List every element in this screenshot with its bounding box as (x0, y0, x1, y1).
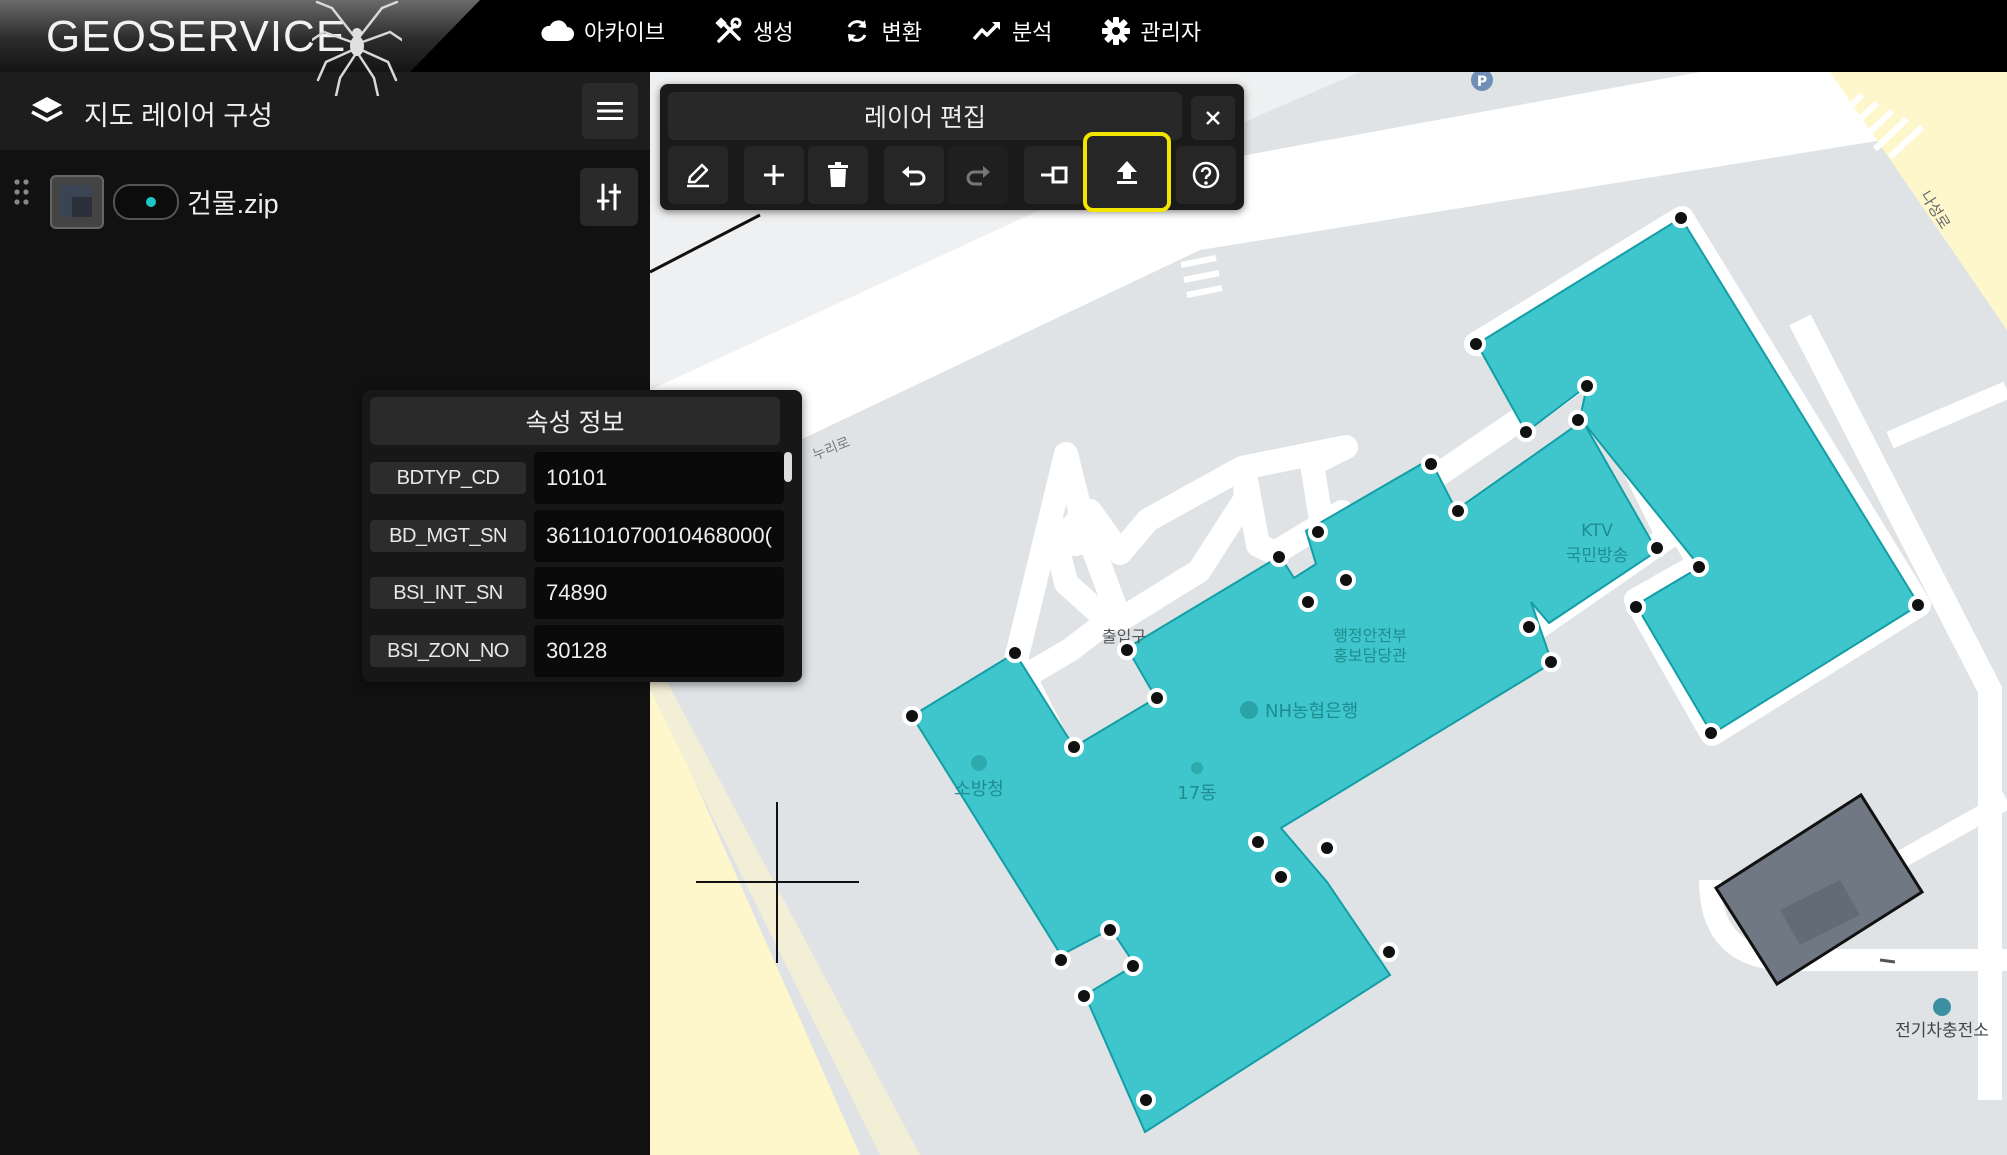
gear-icon (1102, 17, 1131, 45)
close-icon (1206, 111, 1220, 125)
tools-icon (715, 17, 742, 43)
add-tool-button[interactable] (744, 146, 804, 204)
upload-tool-button[interactable] (1083, 132, 1171, 212)
pencil-icon (687, 163, 709, 188)
attr-key: BD_MGT_SN (370, 520, 526, 552)
dong-marker-icon (1191, 762, 1203, 774)
nav-analysis[interactable]: 분석 (972, 15, 1052, 47)
split-tool-button[interactable] (1024, 146, 1084, 204)
nav-create[interactable]: 생성 (715, 15, 793, 47)
main-nav: 아카이브 생성 변환 분석 관리자 (540, 0, 1251, 62)
map-label-dong: 17동 (1177, 783, 1216, 804)
redo-button[interactable] (948, 146, 1008, 204)
menu-icon (597, 102, 623, 120)
refresh-icon (848, 20, 867, 42)
top-bar: GEOSERVICE 아카이브 생성 변환 분석 관리자 (0, 0, 2007, 96)
nav-analysis-label: 분석 (1011, 20, 1053, 45)
map-label-fire: 소방청 (954, 779, 1004, 800)
upload-icon (1117, 161, 1137, 184)
ev-marker-icon (1933, 998, 1951, 1016)
map-label-ktv2: 국민방송 (1566, 546, 1629, 566)
sidebar-menu-button[interactable] (582, 83, 638, 139)
nav-create-label: 생성 (752, 20, 794, 45)
attribute-panel: 속성 정보 BDTYP_CD 10101 BD_MGT_SN 361101070… (362, 390, 802, 682)
toggle-knob (146, 197, 156, 207)
app-logo: GEOSERVICE (46, 12, 347, 61)
edit-close-button[interactable] (1191, 96, 1235, 140)
attr-value-input[interactable]: 30128 (534, 625, 784, 677)
attr-key: BSI_ZON_NO (370, 635, 526, 667)
attr-key: BDTYP_CD (370, 462, 526, 494)
nav-archive-label: 아카이브 (584, 20, 665, 45)
layer-item[interactable]: 건물.zip (0, 160, 650, 234)
nav-convert-label: 변환 (881, 20, 922, 45)
nav-archive[interactable]: 아카이브 (540, 15, 665, 47)
map-label-mois2: 홍보담당관 (1333, 646, 1407, 665)
trash-icon (828, 162, 848, 187)
draw-tool-button[interactable] (668, 146, 728, 204)
plus-icon (764, 165, 784, 185)
attr-value-input[interactable]: 361101070010468000( (534, 510, 784, 562)
map-canvas[interactable]: KTV 국민방송 행정안전부 홍보담당관 NH농협은행 소방청 17동 출입구 … (650, 72, 2007, 1155)
cloud-icon (541, 20, 574, 41)
attribute-panel-title: 속성 정보 (370, 397, 780, 445)
undo-button[interactable] (884, 146, 944, 204)
redo-icon (966, 166, 990, 186)
nav-admin[interactable]: 관리자 (1102, 15, 1201, 47)
layer-edit-panel: 레이어 편집 (660, 84, 1244, 212)
nav-admin-label: 관리자 (1140, 20, 1202, 45)
map-arrow (1879, 958, 1896, 964)
drag-handle-icon[interactable] (14, 178, 30, 206)
fire-marker-icon (971, 755, 987, 771)
attr-value-input[interactable]: 10101 (534, 452, 784, 504)
layer-visibility-toggle[interactable] (113, 184, 179, 220)
split-icon (1041, 166, 1068, 184)
layers-icon (31, 97, 63, 122)
layer-settings-button[interactable] (580, 168, 638, 226)
sidebar-title: 지도 레이어 구성 (84, 101, 273, 131)
map-svg[interactable]: KTV 국민방송 행정안전부 홍보담당관 NH농협은행 소방청 17동 출입구 … (650, 72, 2007, 1155)
layer-name: 건물.zip (187, 189, 279, 219)
map-label-ktv: KTV (1581, 521, 1613, 541)
attribute-scrollbar[interactable] (784, 452, 792, 482)
help-button[interactable] (1176, 146, 1236, 204)
parking-label: P (1477, 74, 1487, 90)
undo-icon (902, 166, 926, 186)
bank-marker-icon (1240, 701, 1258, 719)
spider-logo-icon (312, 0, 402, 96)
map-label-ev: 전기차충전소 (1895, 1021, 1989, 1041)
trend-icon (972, 22, 1000, 41)
map-label-mois1: 행정안전부 (1333, 626, 1407, 645)
map-label-bank: NH농협은행 (1265, 701, 1358, 722)
help-icon (1192, 161, 1220, 189)
delete-tool-button[interactable] (808, 146, 868, 204)
attr-key: BSI_INT_SN (370, 577, 526, 609)
attr-value-input[interactable]: 74890 (534, 567, 784, 619)
sliders-icon (597, 183, 621, 211)
layer-thumbnail (50, 175, 104, 229)
nav-convert[interactable]: 변환 (843, 15, 922, 47)
